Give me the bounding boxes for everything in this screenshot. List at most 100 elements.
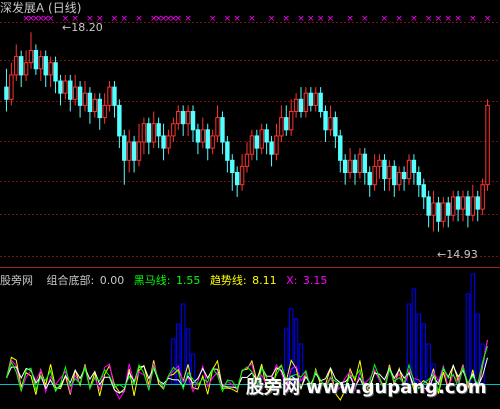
watermark: 股旁网 www.gupang.com — [246, 373, 493, 399]
candle-up — [63, 80, 68, 94]
signal-marker: × — [248, 14, 256, 24]
candle-down — [156, 123, 161, 137]
x-value: 3.15 — [302, 274, 328, 287]
low-price-label: ←14.93 — [437, 248, 478, 261]
candle-up — [185, 111, 191, 125]
candle-down — [112, 86, 117, 106]
candle-down — [68, 80, 73, 100]
signal-marker: × — [361, 14, 369, 24]
signal-marker: × — [410, 14, 418, 24]
candle-down — [234, 172, 240, 186]
low-arrow-icon: ← — [437, 248, 447, 261]
candle-down — [455, 196, 461, 210]
candle-down — [117, 104, 122, 137]
site-label: 股旁网 — [0, 274, 33, 287]
candle-down — [131, 141, 137, 161]
candle-down — [190, 111, 196, 131]
low-price-value: 14.93 — [446, 248, 478, 261]
candle-down — [446, 202, 451, 216]
candle-down — [264, 129, 269, 143]
signal-marker: × — [395, 14, 403, 24]
candle-up — [166, 135, 171, 149]
heima-label: 黑马线: — [133, 274, 171, 287]
candle-down — [77, 86, 83, 106]
candle-up — [126, 141, 132, 161]
candle-up — [82, 92, 88, 106]
candle-down — [392, 165, 397, 186]
candle-down — [367, 172, 372, 186]
candle-down — [308, 92, 314, 106]
candle-up — [293, 98, 299, 113]
signal-marker: × — [381, 14, 389, 24]
candle-up — [23, 62, 29, 76]
candle-down — [342, 159, 348, 174]
candle-up — [215, 117, 220, 137]
candle-down — [338, 135, 343, 161]
high-price-label: ←18.20 — [62, 21, 103, 34]
candle-up — [239, 165, 245, 186]
candle-up — [274, 135, 279, 155]
signal-marker: × — [47, 14, 55, 24]
candle-up — [107, 86, 112, 106]
indicator-bar: 股旁网 组合底部: 0.00 黑马线: 1.55 趋势线: 8.11 X: 3.… — [0, 272, 329, 288]
candle-up — [406, 159, 412, 180]
signal-marker: × — [184, 14, 192, 24]
candle-down — [298, 98, 304, 113]
candle-up — [377, 159, 382, 167]
candle-up — [357, 153, 363, 173]
candle-up — [387, 165, 392, 180]
candle-up — [136, 141, 142, 161]
candle-up — [480, 184, 485, 210]
indicator-bar — [470, 273, 476, 385]
watermark-url: www.gupang.com — [306, 377, 487, 398]
candle-down — [161, 135, 166, 149]
candle-down — [180, 111, 186, 125]
signal-marker: × — [174, 14, 182, 24]
candle-up — [38, 56, 44, 70]
signal-marker: × — [224, 14, 232, 24]
candle-down — [352, 159, 358, 174]
candle-down — [122, 135, 127, 161]
signal-marker: × — [209, 14, 217, 24]
candle-up — [450, 196, 456, 216]
x-label: X: — [286, 274, 298, 287]
candle-down — [43, 56, 48, 76]
candle-up — [72, 86, 78, 100]
heima-value: 1.55 — [175, 274, 201, 287]
candle-down — [362, 153, 368, 173]
candle-up — [244, 153, 250, 167]
signal-marker: × — [444, 14, 452, 24]
high-arrow-icon: ← — [62, 21, 72, 34]
signal-marker: × — [469, 14, 477, 24]
candle-down — [284, 117, 289, 131]
candle-up — [303, 92, 309, 112]
candle-down — [269, 141, 274, 155]
signal-marker: × — [268, 14, 276, 24]
candle-up — [14, 56, 19, 76]
high-price-value: 18.20 — [71, 21, 103, 34]
candle-up — [48, 62, 53, 76]
candle-down — [230, 159, 235, 174]
signal-marker: × — [233, 14, 241, 24]
candle-down — [195, 129, 201, 143]
signal-marker: × — [327, 14, 335, 24]
candle-up — [328, 117, 333, 131]
signal-marker: × — [346, 14, 354, 24]
candle-up — [279, 117, 284, 137]
candle-down — [18, 56, 24, 76]
candle-down — [53, 62, 58, 82]
candle-down — [382, 159, 387, 180]
candle-up — [151, 123, 156, 143]
candle-down — [416, 172, 422, 186]
candle-down — [323, 111, 328, 131]
signal-marker: × — [282, 14, 290, 24]
candle-up — [249, 135, 255, 155]
candle-down — [225, 141, 230, 161]
candle-up — [28, 50, 34, 64]
candle-up — [347, 159, 353, 174]
signal-marker: × — [435, 14, 443, 24]
candle-down — [220, 117, 225, 143]
candle-up — [288, 111, 294, 131]
candle-up — [396, 172, 402, 186]
candle-down — [411, 159, 417, 174]
